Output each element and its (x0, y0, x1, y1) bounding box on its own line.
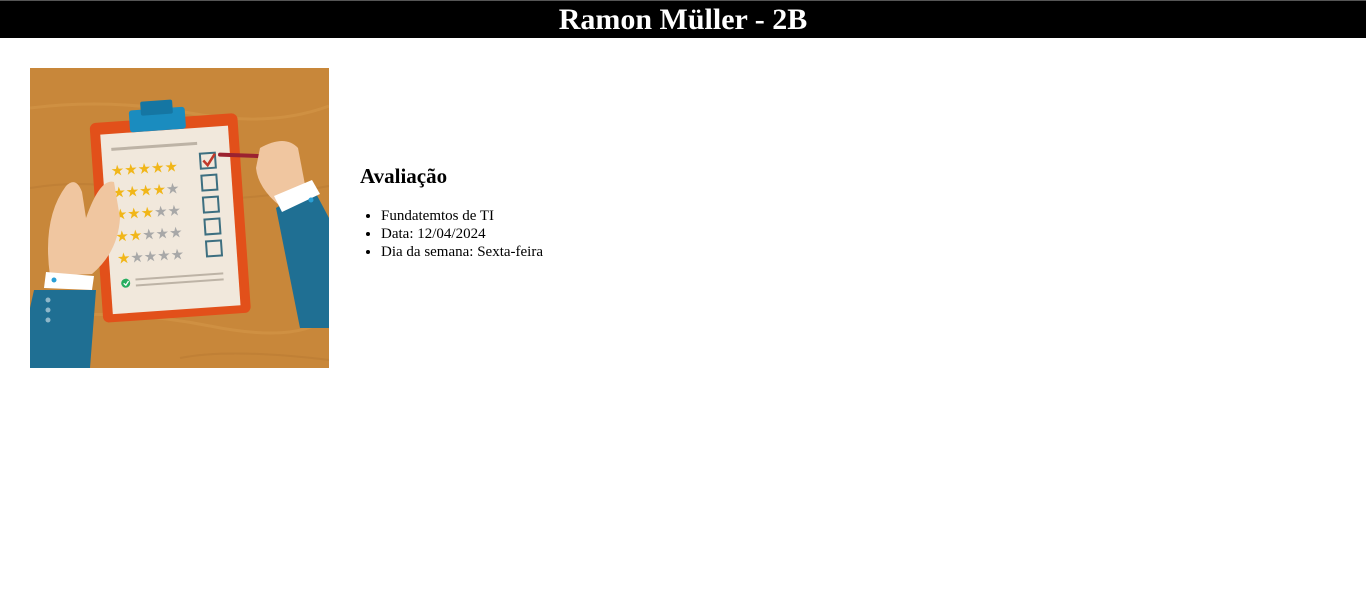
evaluation-list: Fundatemtos de TI Data: 12/04/2024 Dia d… (360, 207, 543, 261)
clipboard-rating-icon: ★★★★★ ★★★★★ ★★★★★ ★★★★★ ★★★★★ (30, 68, 329, 368)
evaluation-section: Avaliação Fundatemtos de TI Data: 12/04/… (360, 163, 543, 261)
main-content: ★★★★★ ★★★★★ ★★★★★ ★★★★★ ★★★★★ Avaliação … (30, 68, 543, 368)
page-title: Ramon Müller - 2B (558, 2, 808, 36)
header-bar: Ramon Müller - 2B (0, 0, 1366, 38)
evaluation-heading: Avaliação (360, 164, 448, 188)
list-item: Data: 12/04/2024 (381, 225, 543, 243)
list-item: Dia da semana: Sexta-feira (381, 243, 543, 261)
list-item: Fundatemtos de TI (381, 207, 543, 225)
